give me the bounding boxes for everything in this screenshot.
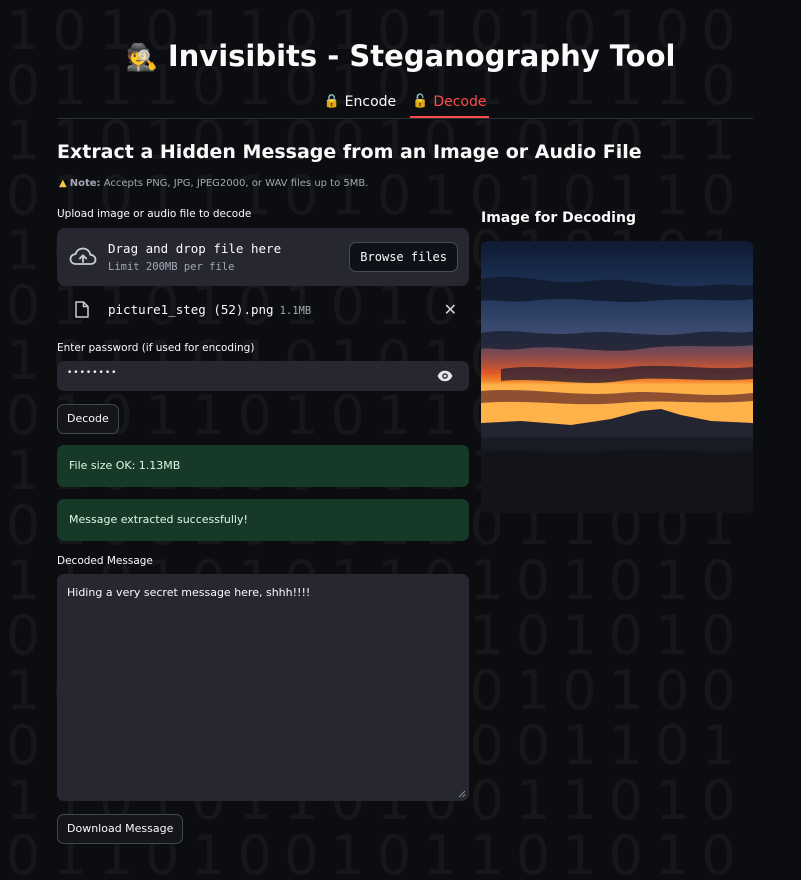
password-input[interactable]: •••••••• <box>57 361 469 391</box>
lock-icon: 🔒 <box>323 94 340 109</box>
file-size-success-alert: File size OK: 1.13MB <box>57 445 469 487</box>
tab-encode-label: Encode <box>344 94 397 110</box>
tab-decode[interactable]: 🔓 Decode <box>410 88 489 118</box>
eye-icon[interactable] <box>437 370 453 382</box>
uploader-label: Upload image or audio file to decode <box>57 208 252 220</box>
tab-decode-label: Decode <box>433 94 487 110</box>
file-icon <box>75 301 89 318</box>
tab-encode[interactable]: 🔒 Encode <box>321 88 398 118</box>
detective-icon: 🕵 <box>125 43 158 73</box>
decode-button[interactable]: Decode <box>57 404 119 434</box>
password-masked-value: •••••••• <box>67 368 118 378</box>
browse-files-button[interactable]: Browse files <box>349 242 458 272</box>
decoded-message-label: Decoded Message <box>57 555 153 567</box>
decoded-message-textarea[interactable]: Hiding a very secret message here, shhh!… <box>57 574 469 801</box>
file-dropzone[interactable]: Drag and drop file here Limit 200MB per … <box>57 228 469 286</box>
tab-bar: 🔒 Encode 🔓 Decode <box>57 88 753 119</box>
cloud-upload-icon <box>69 247 97 265</box>
file-size: 1.1MB <box>279 305 312 317</box>
unlock-icon: 🔓 <box>412 94 429 109</box>
app-title-text: Invisibits - Steganography Tool <box>167 39 676 73</box>
file-name: picture1_steg (52).png 1.1MB <box>108 302 311 317</box>
drop-instruction: Drag and drop file here <box>108 241 282 256</box>
extraction-success-alert: Message extracted successfully! <box>57 499 469 541</box>
note-label: Note: <box>69 178 101 189</box>
page-heading: Extract a Hidden Message from an Image o… <box>57 141 642 163</box>
decoded-message-text: Hiding a very secret message here, shhh!… <box>67 586 311 599</box>
upload-limit: Limit 200MB per file <box>108 261 235 273</box>
password-label: Enter password (if used for encoding) <box>57 342 255 354</box>
preview-title: Image for Decoding <box>481 210 636 226</box>
uploaded-file-row: picture1_steg (52).png 1.1MB ✕ <box>57 296 469 324</box>
app-title: 🕵 Invisibits - Steganography Tool <box>0 36 801 78</box>
file-name-text: picture1_steg (52).png <box>108 302 274 317</box>
resize-grip-icon[interactable] <box>458 790 466 798</box>
app-root: 1010110101010100 0111010101101110 110101… <box>0 0 801 880</box>
remove-file-icon[interactable]: ✕ <box>444 300 457 319</box>
note-text: Accepts PNG, JPG, JPEG2000, or WAV files… <box>103 178 369 189</box>
download-message-button[interactable]: Download Message <box>57 814 184 844</box>
warning-icon: ▲ <box>59 178 67 189</box>
sunset-image <box>481 241 753 513</box>
note-caption: ▲ Note: Accepts PNG, JPG, JPEG2000, or WA… <box>59 178 368 189</box>
decoding-image-preview <box>481 241 753 513</box>
